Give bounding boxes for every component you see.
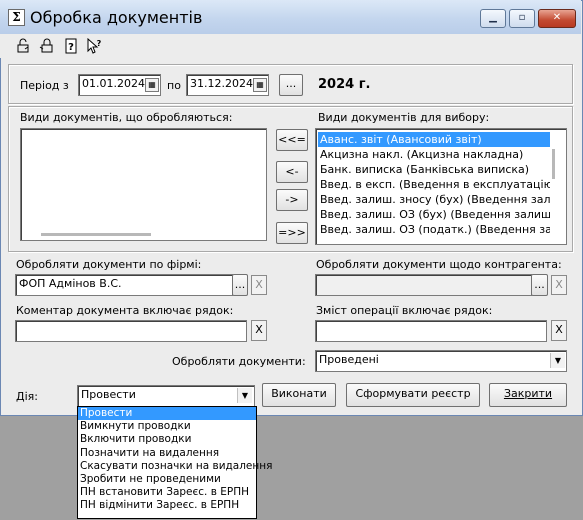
- close-window-button[interactable]: ✕: [538, 9, 576, 28]
- counterparty-field[interactable]: [315, 274, 532, 296]
- firm-label: Обробляти документи по фірмі:: [16, 258, 202, 271]
- process-docs-select[interactable]: Проведені: [315, 350, 567, 372]
- operation-clear-button[interactable]: X: [551, 320, 567, 341]
- dropdown-option[interactable]: Позначити на видалення: [78, 447, 256, 460]
- list-item[interactable]: Банк. виписка (Банківська виписка): [318, 162, 550, 177]
- counterparty-browse-button[interactable]: ...: [531, 274, 548, 296]
- action-label: Дія:: [16, 390, 38, 403]
- registry-button[interactable]: Сформувати реєстр: [346, 383, 480, 407]
- year-label: 2024 г.: [318, 77, 371, 92]
- date-from-value: 01.01.2024: [82, 77, 145, 90]
- close-button[interactable]: Закрити: [489, 383, 567, 407]
- processed-list-label: Види документів, що обробляються:: [20, 111, 233, 124]
- lock-open-icon[interactable]: [14, 38, 31, 55]
- list-item[interactable]: Акцизна накл. (Акцизна накладна): [318, 147, 550, 162]
- list-item[interactable]: Введ. залиш. ОЗ (податк.) (Введення зали…: [318, 222, 550, 237]
- chevron-down-icon[interactable]: ▼: [237, 388, 252, 403]
- processed-list-scrollbar[interactable]: [41, 233, 151, 236]
- choice-list-scrollbar[interactable]: [552, 149, 555, 179]
- process-docs-value: Проведені: [319, 353, 379, 366]
- comment-field[interactable]: [15, 320, 247, 342]
- choice-list-label: Види документів для вибору:: [318, 111, 490, 124]
- action-dropdown-list[interactable]: Провести Вимкнути проводки Включити пров…: [77, 406, 272, 519]
- firm-clear-button[interactable]: X: [251, 275, 267, 295]
- list-item[interactable]: Введ. залиш. ОЗ (бух) (Введення залишків…: [318, 207, 550, 222]
- list-item[interactable]: Введ. залиш. зносу (бух) (Введення залиш…: [318, 192, 550, 207]
- chevron-down-icon[interactable]: ▼: [550, 353, 565, 368]
- action-value: Провести: [81, 388, 136, 401]
- period-browse-button[interactable]: ...: [279, 74, 303, 96]
- remove-one-button[interactable]: ->: [276, 189, 308, 211]
- period-to-label: по: [167, 79, 181, 92]
- app-icon: Σ: [8, 9, 25, 26]
- add-one-button[interactable]: <-: [276, 161, 308, 183]
- date-to-value: 31.12.2024: [190, 77, 253, 90]
- dropdown-option[interactable]: Скасувати позначки на видалення: [78, 460, 272, 473]
- help-icon[interactable]: ?: [62, 38, 79, 55]
- operation-label: Зміст операції включає рядок:: [316, 304, 493, 317]
- minimize-button[interactable]: ▁: [480, 9, 506, 28]
- minimize-icon: ▁: [489, 12, 497, 23]
- list-item[interactable]: Введ. в експ. (Введення в експлуатацію): [318, 177, 550, 192]
- maximize-icon: ▫: [518, 12, 526, 23]
- lock-closed-icon[interactable]: [38, 38, 55, 55]
- calendar-icon[interactable]: ▦: [253, 78, 267, 92]
- dropdown-option[interactable]: Включити проводки: [78, 433, 256, 446]
- dropdown-option[interactable]: Вимкнути проводки: [78, 420, 256, 433]
- close-icon: ✕: [552, 12, 562, 23]
- close-button-label: Закрити: [503, 387, 553, 400]
- counterparty-label: Обробляти документи щодо контрагента:: [316, 258, 562, 271]
- svg-text:?: ?: [96, 39, 101, 48]
- firm-value: ФОП Адмінов В.С.: [19, 277, 122, 290]
- action-select[interactable]: Провести: [77, 385, 255, 407]
- dropdown-option[interactable]: Зробити не проведеними: [78, 473, 256, 486]
- dropdown-option[interactable]: ПН відмінити Зареєс. в ЕРПН: [78, 499, 256, 512]
- window-title: Обробка документів: [30, 8, 203, 27]
- list-item[interactable]: Аванс. звіт (Авансовий звіт): [318, 132, 550, 147]
- choice-list-items: Аванс. звіт (Авансовий звіт) Акцизна нак…: [318, 132, 550, 237]
- dropdown-option[interactable]: ПН встановити Зареєс. в ЕРПН: [78, 486, 256, 499]
- firm-field[interactable]: ФОП Адмінов В.С.: [15, 274, 233, 296]
- period-from-label: Період з: [20, 79, 69, 92]
- operation-field[interactable]: [315, 320, 547, 342]
- add-all-button[interactable]: <<=: [276, 129, 308, 151]
- calendar-icon[interactable]: ▦: [145, 78, 159, 92]
- dropdown-option[interactable]: Провести: [78, 407, 256, 421]
- counterparty-clear-button[interactable]: X: [551, 275, 567, 295]
- comment-clear-button[interactable]: X: [251, 320, 267, 341]
- processed-list[interactable]: [20, 128, 267, 241]
- firm-browse-button[interactable]: ...: [232, 274, 248, 296]
- maximize-button[interactable]: ▫: [509, 9, 535, 28]
- pointer-help-icon[interactable]: ?: [85, 37, 102, 55]
- execute-button[interactable]: Виконати: [262, 383, 336, 407]
- comment-label: Коментар документа включає рядок:: [16, 304, 234, 317]
- remove-all-button[interactable]: =>>: [276, 222, 308, 244]
- choice-list[interactable]: Аванс. звіт (Авансовий звіт) Акцизна нак…: [315, 128, 567, 245]
- process-docs-label: Обробляти документи:: [172, 355, 306, 368]
- svg-text:?: ?: [68, 42, 74, 53]
